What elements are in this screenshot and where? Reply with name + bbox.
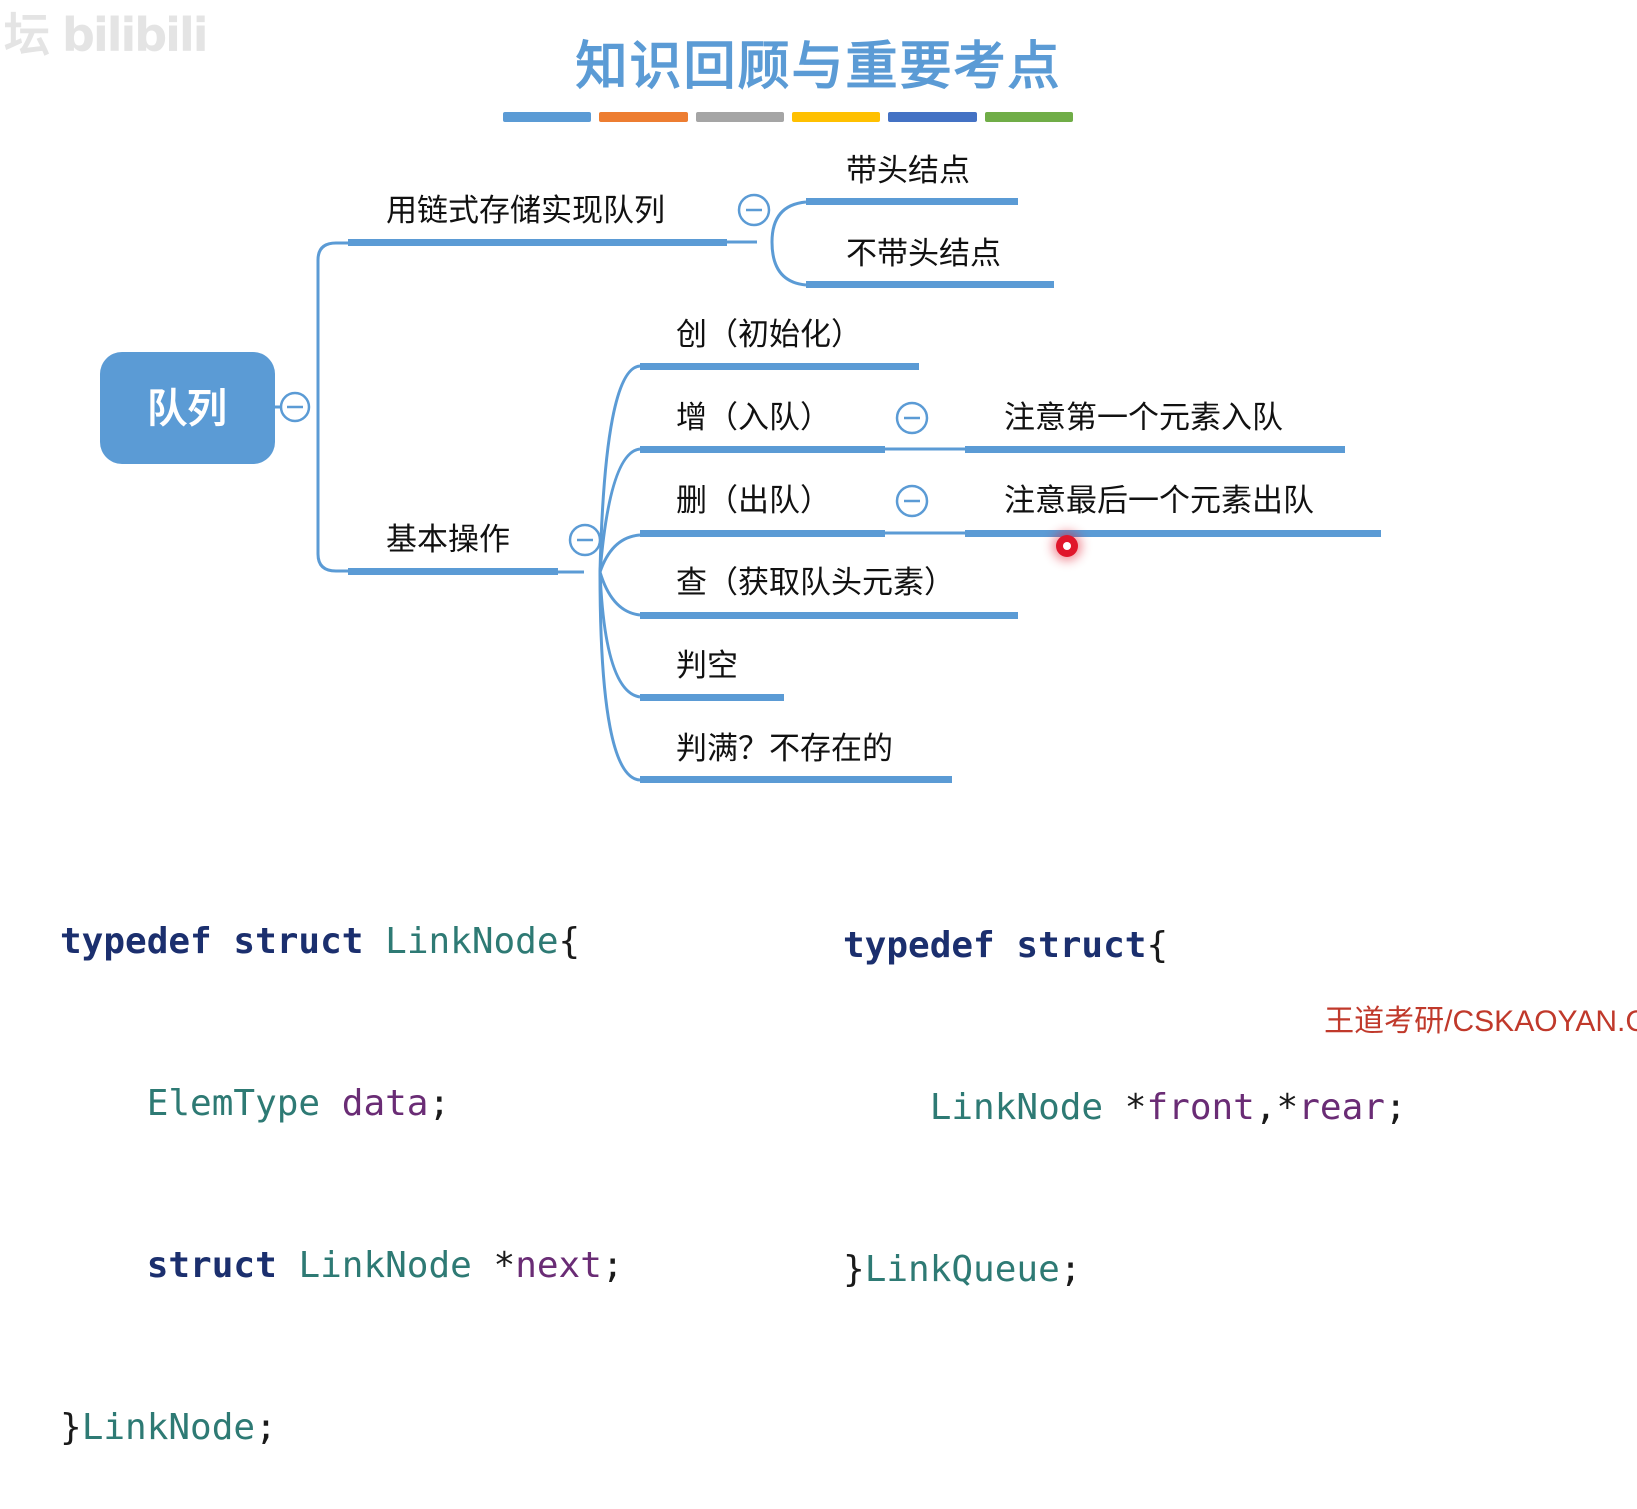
- code-type: LinkNode: [385, 921, 559, 962]
- laser-pointer-dot: [1056, 535, 1078, 557]
- code-block-linknode: typedef struct LinkNode{ ElemType data; …: [60, 807, 624, 1509]
- root-label: 队列: [147, 386, 227, 432]
- underline-with-head: [806, 198, 1018, 205]
- underline-peek: [640, 612, 1018, 619]
- root-node[interactable]: 队列: [100, 352, 275, 464]
- code-keyword: typedef: [60, 921, 212, 962]
- underline-dequeue-note: [965, 530, 1381, 537]
- code-block-linkqueue: typedef struct{ LinkNode *front,*rear; }…: [843, 811, 1407, 1351]
- code-line: }LinkQueue;: [843, 1243, 1407, 1297]
- code-punct: {: [1146, 925, 1169, 966]
- collapse-dequeue-icon[interactable]: [895, 484, 929, 518]
- code-keyword: struct: [146, 1245, 277, 1286]
- code-line: typedef struct{: [843, 919, 1407, 973]
- mind-map: 队列 用链式存储实现队列 带头结点 不带头结点 基本操作 创（初始化） 增（入队…: [100, 153, 1381, 783]
- code-punct: ;: [255, 1407, 277, 1448]
- code-line: struct LinkNode *next;: [60, 1239, 624, 1293]
- code-keyword: typedef: [843, 925, 995, 966]
- node-basic-ops[interactable]: 基本操作: [386, 522, 510, 558]
- code-line: }LinkNode;: [60, 1401, 624, 1455]
- footer-brand: 王道考研/CSKAOYAN.C: [1324, 1005, 1637, 1038]
- node-is-full[interactable]: 判满？不存在的: [676, 731, 893, 767]
- collapse-ops-icon[interactable]: [568, 523, 602, 557]
- node-is-empty[interactable]: 判空: [676, 648, 738, 684]
- code-type: LinkNode: [298, 1245, 472, 1286]
- code-keyword: struct: [233, 921, 364, 962]
- underline-enqueue: [640, 446, 885, 453]
- code-punct: ;: [428, 1083, 451, 1124]
- code-field: data: [341, 1083, 429, 1124]
- underline-empty: [640, 694, 784, 701]
- code-punct: ;: [601, 1245, 624, 1286]
- underline-without-head: [806, 281, 1054, 288]
- code-punct: {: [558, 921, 581, 962]
- code-punct: }: [60, 1407, 82, 1448]
- code-keyword: struct: [1016, 925, 1147, 966]
- code-field: front: [1146, 1087, 1255, 1128]
- underline-full: [640, 776, 952, 783]
- code-type: LinkNode: [81, 1407, 256, 1448]
- code-punct: ,: [1254, 1087, 1277, 1128]
- code-field: rear: [1298, 1087, 1385, 1128]
- node-without-head[interactable]: 不带头结点: [846, 236, 1001, 272]
- node-create[interactable]: 创（初始化）: [676, 317, 862, 353]
- code-punct: *: [1276, 1087, 1299, 1128]
- node-dequeue-note[interactable]: 注意最后一个元素出队: [1004, 483, 1314, 519]
- code-punct: *: [1124, 1087, 1147, 1128]
- node-enqueue-note[interactable]: 注意第一个元素入队: [1004, 400, 1283, 436]
- code-punct: *: [493, 1245, 516, 1286]
- code-line: ElemType data;: [60, 1077, 624, 1131]
- code-line: typedef struct LinkNode{: [60, 915, 624, 969]
- underline-create: [640, 363, 919, 370]
- node-with-head[interactable]: 带头结点: [846, 153, 970, 189]
- code-line: LinkNode *front,*rear;: [843, 1081, 1407, 1135]
- code-type: LinkQueue: [864, 1249, 1060, 1290]
- underline-chain: [348, 239, 727, 246]
- collapse-root-icon[interactable]: [279, 391, 311, 423]
- code-punct: ;: [1059, 1249, 1082, 1290]
- code-type: LinkNode: [929, 1087, 1104, 1128]
- node-peek[interactable]: 查（获取队头元素）: [676, 565, 955, 601]
- code-type: ElemType: [146, 1083, 321, 1124]
- underline-dequeue: [640, 530, 885, 537]
- node-chain-storage[interactable]: 用链式存储实现队列: [386, 193, 665, 229]
- collapse-enqueue-icon[interactable]: [895, 401, 929, 435]
- underline-ops: [348, 568, 558, 575]
- code-punct: ;: [1384, 1087, 1407, 1128]
- collapse-chain-icon[interactable]: [737, 193, 771, 227]
- code-punct: }: [843, 1249, 865, 1290]
- node-enqueue[interactable]: 增（入队）: [676, 400, 831, 436]
- node-dequeue[interactable]: 删（出队）: [676, 483, 831, 519]
- code-field: next: [515, 1245, 602, 1286]
- underline-enqueue-note: [965, 446, 1345, 453]
